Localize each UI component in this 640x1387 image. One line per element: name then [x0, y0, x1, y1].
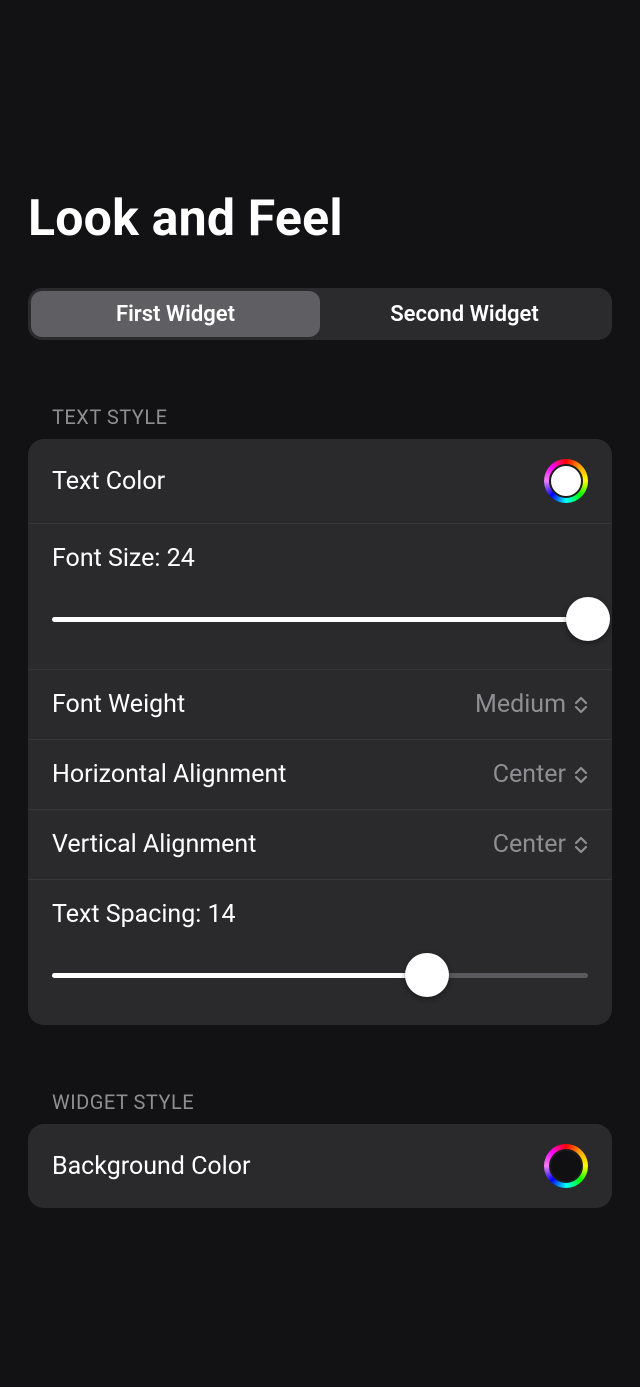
vertical-alignment-value: Center: [493, 830, 588, 859]
section-header-widget-style: WIDGET STYLE: [52, 1090, 612, 1114]
font-size-slider-thumb[interactable]: [566, 597, 610, 641]
vertical-alignment-label: Vertical Alignment: [52, 830, 493, 859]
text-spacing-slider[interactable]: [52, 957, 588, 993]
text-style-card: Text Color Font Size: 24 Font Weight Med…: [28, 439, 612, 1025]
tab-second-widget[interactable]: Second Widget: [320, 291, 609, 337]
text-spacing-slider-thumb[interactable]: [405, 953, 449, 997]
page-title: Look and Feel: [28, 190, 612, 248]
chevron-up-down-icon: [574, 836, 588, 854]
widget-style-card: Background Color: [28, 1124, 612, 1208]
row-font-weight[interactable]: Font Weight Medium: [28, 670, 612, 740]
section-header-text-style: TEXT STYLE: [52, 405, 612, 429]
text-color-swatch[interactable]: [544, 459, 588, 503]
vertical-alignment-value-text: Center: [493, 830, 566, 859]
row-vertical-alignment[interactable]: Vertical Alignment Center: [28, 810, 612, 880]
widget-selector-segmented[interactable]: First Widget Second Widget: [28, 288, 612, 340]
font-size-slider[interactable]: [52, 601, 588, 637]
font-weight-value: Medium: [475, 690, 588, 719]
chevron-up-down-icon: [574, 696, 588, 714]
chevron-up-down-icon: [574, 766, 588, 784]
text-color-label: Text Color: [52, 467, 544, 496]
horizontal-alignment-value: Center: [493, 760, 588, 789]
horizontal-alignment-value-text: Center: [493, 760, 566, 789]
row-horizontal-alignment[interactable]: Horizontal Alignment Center: [28, 740, 612, 810]
horizontal-alignment-label: Horizontal Alignment: [52, 760, 493, 789]
row-background-color[interactable]: Background Color: [28, 1124, 612, 1208]
font-weight-label: Font Weight: [52, 690, 475, 719]
font-size-slider-fill: [52, 617, 588, 622]
font-weight-value-text: Medium: [475, 690, 566, 719]
text-spacing-slider-fill: [52, 973, 427, 978]
text-spacing-label: Text Spacing: 14: [52, 900, 588, 929]
background-color-swatch[interactable]: [544, 1144, 588, 1188]
background-color-label: Background Color: [52, 1152, 544, 1181]
tab-first-widget[interactable]: First Widget: [31, 291, 320, 337]
font-size-label: Font Size: 24: [52, 544, 588, 573]
row-text-color[interactable]: Text Color: [28, 439, 612, 524]
row-text-spacing: Text Spacing: 14: [28, 880, 612, 1025]
row-font-size: Font Size: 24: [28, 524, 612, 670]
